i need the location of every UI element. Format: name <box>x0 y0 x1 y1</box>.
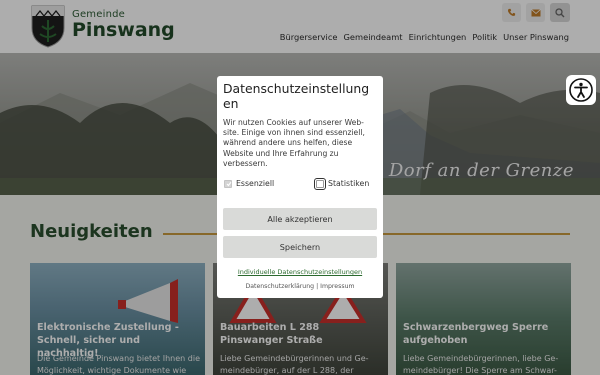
accessibility-icon <box>569 78 593 102</box>
privacy-policy-link[interactable]: Datenschutzerklärung <box>245 283 314 290</box>
accessibility-button[interactable] <box>566 75 596 105</box>
dialog-title: Datenschutzeinstellung en <box>223 81 370 111</box>
imprint-link[interactable]: Impressum <box>320 283 354 290</box>
dialog-footer-links: Datenschutzerklärung | Impressum <box>217 283 383 290</box>
dialog-description: Wir nutzen Cookies auf unserer Web-site.… <box>223 118 365 168</box>
essential-consent-option: Essenziell <box>224 179 274 188</box>
essential-label: Essenziell <box>236 179 275 188</box>
cookie-consent-dialog: Datenschutzeinstellung en Wir nutzen Coo… <box>217 76 383 298</box>
footer-separator: | <box>316 283 319 290</box>
accept-all-button[interactable]: Alle akzeptieren <box>223 208 377 230</box>
statistics-consent-option[interactable]: Statistiken <box>314 177 369 190</box>
statistics-label[interactable]: Statistiken <box>328 179 369 188</box>
save-button[interactable]: Speichern <box>223 236 377 258</box>
individual-settings-link[interactable]: Individuelle Datenschutzeinstellungen <box>217 268 383 276</box>
essential-checkbox <box>224 179 232 188</box>
statistics-checkbox[interactable] <box>314 177 326 190</box>
